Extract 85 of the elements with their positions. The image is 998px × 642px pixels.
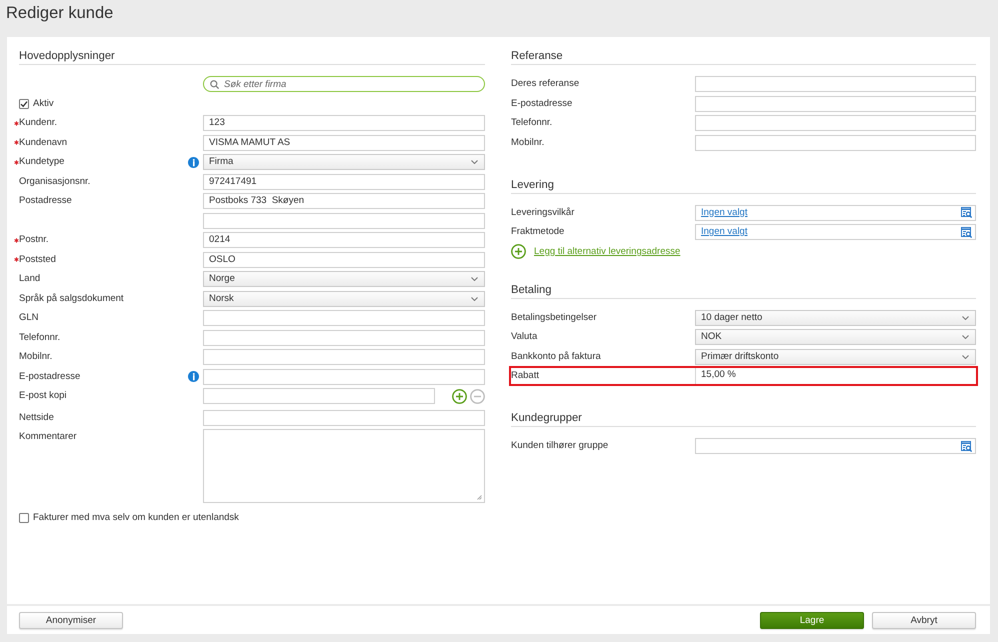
chevron-down-icon xyxy=(471,296,478,300)
text-field[interactable] xyxy=(695,115,976,131)
info-icon[interactable] xyxy=(188,156,199,168)
select-field[interactable]: 10 dager netto xyxy=(695,310,976,326)
resize-grip-icon[interactable] xyxy=(476,494,482,500)
field-label: Poststed xyxy=(19,254,56,266)
text-field[interactable] xyxy=(203,212,485,228)
save-button[interactable]: Lagre xyxy=(760,612,864,628)
field-label: Valuta xyxy=(511,331,538,343)
text-field[interactable]: 972417491 xyxy=(203,174,485,190)
section-heading: Betaling xyxy=(511,282,976,298)
text-field[interactable] xyxy=(695,134,976,150)
plus-circle-icon[interactable] xyxy=(452,388,467,404)
select-field[interactable]: Primær driftskonto xyxy=(695,348,976,364)
select-field[interactable]: Norge xyxy=(203,271,485,287)
list-search-icon[interactable] xyxy=(961,226,972,238)
text-field[interactable] xyxy=(203,410,485,426)
field-label: Postadresse xyxy=(19,195,72,207)
value-link[interactable]: Ingen valgt xyxy=(701,225,748,239)
text-field[interactable]: Postboks 733 Skøyen xyxy=(203,193,485,209)
field-label: Kunden tilhører gruppe xyxy=(511,440,608,452)
text-field[interactable] xyxy=(203,330,485,346)
field-label: Telefonnr. xyxy=(19,332,60,344)
chevron-down-icon xyxy=(471,277,478,281)
chevron-down-icon xyxy=(962,335,969,339)
field-label: Kundetype xyxy=(19,156,64,168)
search-field[interactable]: Søk etter firma xyxy=(203,76,485,92)
checkbox-label: Fakturer med mva selv om kunden er utenlandsk xyxy=(33,512,239,524)
text-field[interactable]: 0214 xyxy=(203,232,485,248)
value-link[interactable]: Ingen valgt xyxy=(701,206,748,220)
field-label: GLN xyxy=(19,312,39,324)
checkbox-label: Aktiv xyxy=(33,98,54,110)
field-label: E-postadresse xyxy=(511,98,572,110)
text-field[interactable] xyxy=(203,310,485,326)
text-field[interactable]: OSLO xyxy=(203,252,485,268)
field-label: Språk på salgsdokument xyxy=(19,292,124,304)
page-title: Rediger kunde xyxy=(6,3,114,23)
field-label: Telefonnr. xyxy=(511,117,552,129)
chevron-down-icon xyxy=(962,354,969,358)
field-label: Mobilnr. xyxy=(511,136,544,148)
text-field[interactable] xyxy=(203,388,435,404)
field-label: Fraktmetode xyxy=(511,226,564,238)
text-field[interactable] xyxy=(695,96,976,112)
field-label: Kommentarer xyxy=(19,431,77,443)
field-label: Land xyxy=(19,273,40,285)
field-label: Rabatt xyxy=(511,370,539,382)
field-label: E-post kopi xyxy=(19,390,67,402)
secondary-button[interactable]: Anonymiser xyxy=(19,612,123,628)
section-heading: Levering xyxy=(511,176,976,194)
info-icon[interactable] xyxy=(188,371,199,382)
list-search-icon[interactable] xyxy=(961,440,972,452)
text-field[interactable]: VISMA MAMUT AS xyxy=(203,134,485,150)
field-label: Nettside xyxy=(19,412,54,424)
text-field[interactable] xyxy=(695,76,976,92)
select-field[interactable]: Norsk xyxy=(203,290,485,306)
lookup-field[interactable]: Ingen valgt xyxy=(695,224,976,240)
field-label: Kundenr. xyxy=(19,117,58,129)
lookup-field[interactable]: Ingen valgt xyxy=(695,204,976,220)
section-heading: Referanse xyxy=(511,48,976,65)
section-heading: Hovedopplysninger xyxy=(19,48,485,65)
select-field[interactable]: Firma xyxy=(203,154,485,170)
text-field[interactable] xyxy=(203,349,485,365)
field-label: Postnr. xyxy=(19,234,49,246)
secondary-button[interactable]: Avbryt xyxy=(872,612,976,628)
field-label: Leveringsvilkår xyxy=(511,206,574,218)
field-label: Bankkonto på faktura xyxy=(511,350,601,362)
section-heading: Kundegrupper xyxy=(511,410,976,427)
select-field[interactable]: NOK xyxy=(695,329,976,345)
text-field[interactable] xyxy=(203,368,485,384)
search-icon xyxy=(210,80,219,88)
field-label: Mobilnr. xyxy=(19,351,52,363)
checkbox[interactable] xyxy=(19,512,29,522)
list-search-icon[interactable] xyxy=(961,207,972,218)
field-label: Deres referanse xyxy=(511,78,580,90)
checkbox[interactable] xyxy=(19,98,29,108)
plus-circle-icon[interactable] xyxy=(511,244,526,259)
chevron-down-icon xyxy=(471,160,478,164)
text-field[interactable]: 123 xyxy=(203,115,485,131)
lookup-field[interactable] xyxy=(695,438,976,454)
textarea-field[interactable] xyxy=(203,429,485,503)
field-label: Kundenavn xyxy=(19,136,68,148)
field-label: Organisasjonsnr. xyxy=(19,176,90,188)
chevron-down-icon xyxy=(962,316,969,320)
field-label: Betalingsbetingelser xyxy=(511,312,597,324)
field-label: E-postadresse xyxy=(19,370,80,382)
